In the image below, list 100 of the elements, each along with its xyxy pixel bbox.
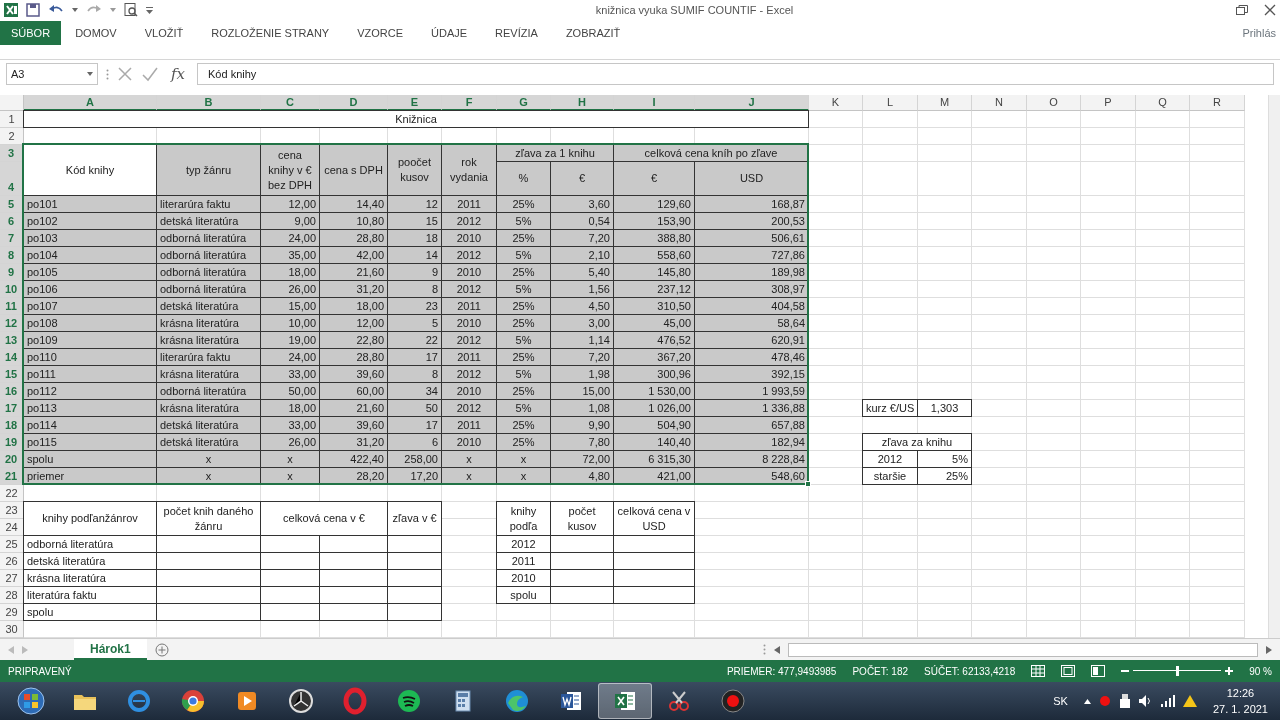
row-header[interactable]: 9: [0, 264, 24, 281]
record-icon[interactable]: [1098, 695, 1111, 707]
usb-icon[interactable]: [1118, 694, 1131, 708]
sheet-cell[interactable]: 18: [387, 229, 442, 247]
column-header[interactable]: K: [809, 95, 863, 111]
row-header[interactable]: 16: [0, 383, 24, 400]
ribbon-tab[interactable]: VZORCE: [343, 21, 417, 45]
sheet-cell[interactable]: 25%: [496, 416, 551, 434]
sheet-cell[interactable]: krásna literatúra: [156, 331, 261, 349]
left-arrow-icon[interactable]: [774, 645, 780, 654]
row-header[interactable]: 30: [0, 621, 24, 638]
sheet-cell[interactable]: 300,96: [613, 365, 695, 383]
row-header[interactable]: 20: [0, 451, 24, 468]
ribbon-tab[interactable]: VLOŽIŤ: [130, 21, 198, 45]
sheet-cell[interactable]: po109: [23, 331, 157, 349]
sheet-cell[interactable]: 17: [387, 416, 442, 434]
sheet-cell[interactable]: 2012: [441, 212, 497, 230]
sheet-cell[interactable]: 478,46: [694, 348, 809, 366]
column-header[interactable]: L: [863, 95, 918, 111]
sheet-cell[interactable]: 145,80: [613, 263, 695, 281]
sheet-cell[interactable]: x: [156, 450, 261, 468]
column-header[interactable]: F: [442, 95, 497, 111]
row-header[interactable]: 6: [0, 213, 24, 230]
sheet-cell[interactable]: literarúra faktu: [156, 348, 261, 366]
sheet-cell[interactable]: detská literatúra: [156, 416, 261, 434]
sheet-cell[interactable]: 9,90: [550, 416, 614, 434]
sheet-cell[interactable]: 31,20: [319, 433, 388, 451]
sheet-cell[interactable]: 2012: [441, 331, 497, 349]
sheet-cell[interactable]: 9,00: [260, 212, 320, 230]
sheet-cell[interactable]: x: [496, 450, 551, 468]
sheet-cell[interactable]: po106: [23, 280, 157, 298]
sheet-cell[interactable]: 1,08: [550, 399, 614, 417]
row-header[interactable]: 7: [0, 230, 24, 247]
normal-view-icon[interactable]: [1031, 665, 1046, 677]
sheet-cell[interactable]: cena knihy v € bez DPH: [260, 144, 320, 196]
file-tab[interactable]: SÚBOR: [0, 21, 62, 45]
sheet-cell[interactable]: 14: [387, 246, 442, 264]
language-indicator[interactable]: SK: [1053, 692, 1068, 710]
sheet-cell[interactable]: cena s DPH: [319, 144, 388, 196]
sheet-cell[interactable]: rok vydania: [441, 144, 497, 196]
sheet-cell[interactable]: 10,00: [260, 314, 320, 332]
sheet-cell[interactable]: 25%: [496, 297, 551, 315]
sheet-cell[interactable]: 5%: [496, 280, 551, 298]
sheet-cell[interactable]: po114: [23, 416, 157, 434]
drag-handle-icon[interactable]: [106, 68, 109, 80]
sheet-cell[interactable]: 422,40: [319, 450, 388, 468]
sheet-cell[interactable]: 33,00: [260, 416, 320, 434]
row-header[interactable]: 26: [0, 553, 24, 570]
sheet-cell[interactable]: 3,60: [550, 195, 614, 213]
sheet-cell[interactable]: 26,00: [260, 433, 320, 451]
insert-function-button[interactable]: fx: [167, 61, 189, 87]
fill-handle[interactable]: [805, 481, 811, 487]
column-header[interactable]: B: [157, 95, 261, 111]
row-header[interactable]: 15: [0, 366, 24, 383]
zoom-slider[interactable]: [1133, 666, 1222, 676]
sheet-cell[interactable]: €: [613, 161, 695, 196]
sheet-cell[interactable]: 2010: [441, 229, 497, 247]
row-header[interactable]: 11: [0, 298, 24, 315]
sheet-cell[interactable]: 2012: [441, 280, 497, 298]
row-header[interactable]: 3: [0, 145, 24, 162]
column-header[interactable]: E: [388, 95, 442, 111]
sheet-cell[interactable]: 8 228,84: [694, 450, 809, 468]
column-header[interactable]: P: [1081, 95, 1136, 111]
row-header[interactable]: 8: [0, 247, 24, 264]
column-header[interactable]: A: [24, 95, 157, 111]
sheet-cell[interactable]: 28,80: [319, 348, 388, 366]
column-header[interactable]: I: [614, 95, 695, 111]
row-header[interactable]: 25: [0, 536, 24, 553]
sheet-cell[interactable]: 21,60: [319, 399, 388, 417]
sheet-cell[interactable]: 24,00: [260, 348, 320, 366]
sheet-cell[interactable]: 33,00: [260, 365, 320, 383]
sheet-cell[interactable]: po107: [23, 297, 157, 315]
horizontal-scrollbar[interactable]: [788, 642, 1258, 657]
sheet-cell[interactable]: €: [550, 161, 614, 196]
right-arrow-icon[interactable]: [1266, 645, 1272, 654]
sheet-cell[interactable]: 1 530,00: [613, 382, 695, 400]
sheet-cell[interactable]: 2012: [441, 246, 497, 264]
sheet-cell[interactable]: 22,80: [319, 331, 388, 349]
sheet-cell[interactable]: staršie: [862, 467, 918, 485]
page-layout-icon[interactable]: [1061, 665, 1076, 677]
sign-in-link[interactable]: Prihlás: [1242, 24, 1280, 42]
sheet-cell[interactable]: 25%: [496, 263, 551, 281]
sheet-cell[interactable]: typ žánru: [156, 144, 261, 196]
sheet-cell[interactable]: 129,60: [613, 195, 695, 213]
column-header[interactable]: C: [261, 95, 320, 111]
row-header[interactable]: 28: [0, 587, 24, 604]
sheet-cell[interactable]: 1,98: [550, 365, 614, 383]
sheet-cell[interactable]: 14,40: [319, 195, 388, 213]
sheet-cell[interactable]: 28,80: [319, 229, 388, 247]
vertical-scrollbar[interactable]: [1268, 95, 1280, 638]
sheet-cell[interactable]: 12,00: [319, 314, 388, 332]
sheet-cell[interactable]: 18,00: [319, 297, 388, 315]
column-header[interactable]: H: [551, 95, 614, 111]
sheet-cell[interactable]: %: [496, 161, 551, 196]
sheet-cell[interactable]: 10,80: [319, 212, 388, 230]
row-header[interactable]: 29: [0, 604, 24, 621]
sheet-cell[interactable]: 1,14: [550, 331, 614, 349]
sheet-cell[interactable]: Knižnica: [23, 110, 809, 128]
sheet-cell[interactable]: 42,00: [319, 246, 388, 264]
sheet-cell[interactable]: 72,00: [550, 450, 614, 468]
